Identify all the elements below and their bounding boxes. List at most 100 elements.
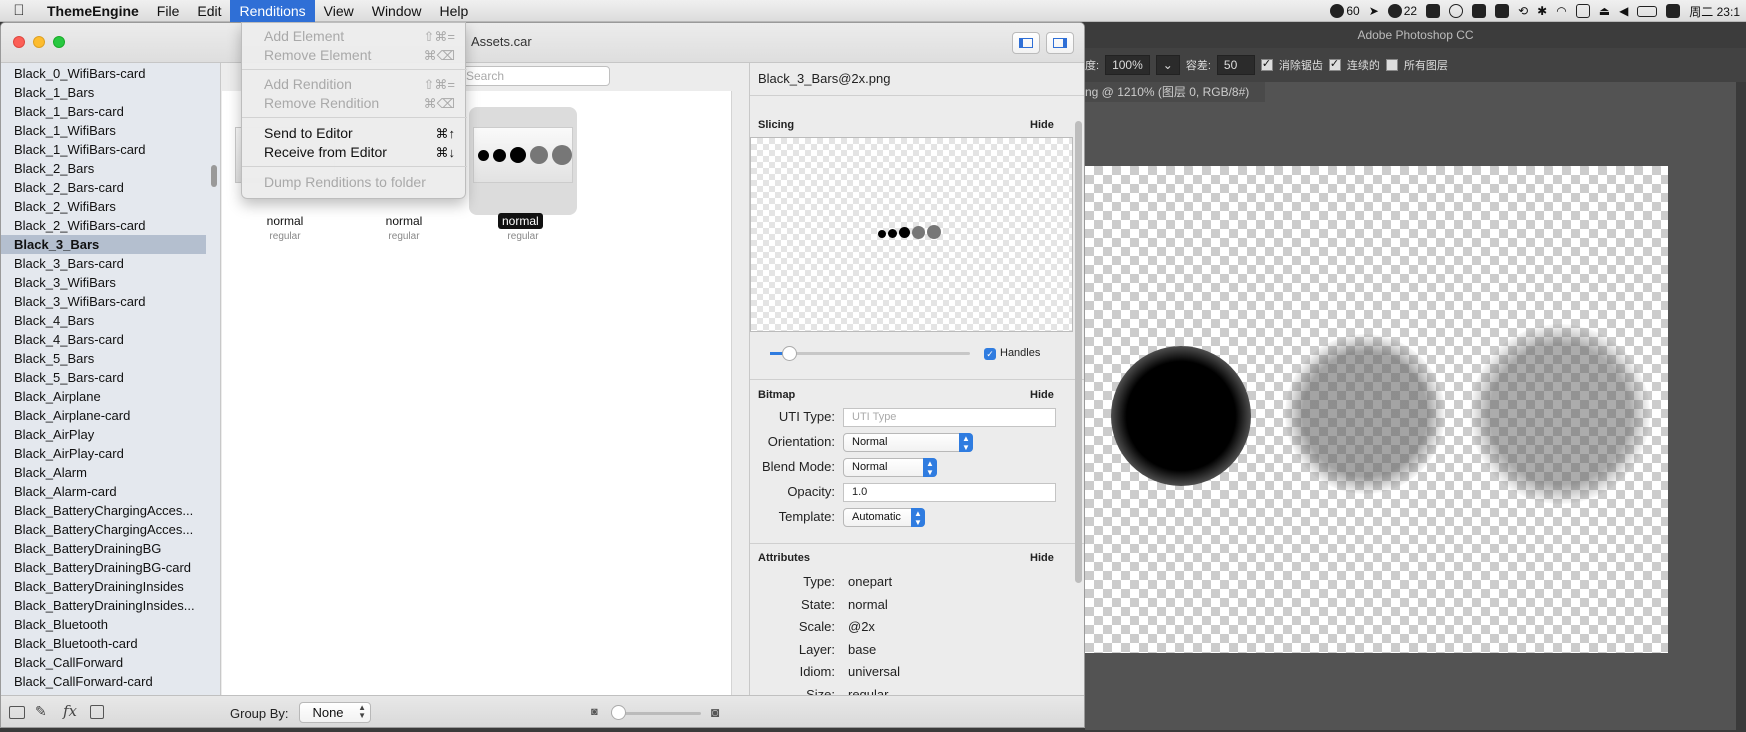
menu-item-add-rendition[interactable]: Add Rendition ⇧⌘=	[242, 75, 467, 94]
sidebar-item[interactable]: Black_Airplane	[1, 387, 206, 406]
airplay-icon[interactable]	[1575, 4, 1590, 18]
app-icon-2[interactable]	[1449, 4, 1464, 18]
sidebar-item[interactable]: Black_4_Bars-card	[1, 330, 206, 349]
contiguous-checkbox[interactable]	[1328, 57, 1341, 71]
input-method-icon[interactable]	[1666, 4, 1681, 18]
image-icon[interactable]	[9, 706, 25, 719]
sidebar-item[interactable]: Black_1_WifiBars-card	[1, 140, 206, 159]
sidebar-item[interactable]: Black_CallForward-card	[1, 672, 206, 691]
group-by-popup[interactable]: None ▲ ▼	[299, 702, 371, 723]
zoom-dropdown-icon[interactable]: ⌄	[1155, 55, 1180, 75]
menu-item-receive-from-editor[interactable]: Receive from Editor ⌘↓	[242, 143, 467, 162]
menu-item-send-to-editor[interactable]: Send to Editor ⌘↑	[242, 124, 467, 143]
template-popup[interactable]: Automatic ▲ ▼	[843, 508, 925, 527]
sidebar-item[interactable]: Black_4_Bars	[1, 311, 206, 330]
zoom-slider-knob[interactable]	[782, 346, 797, 361]
sidebar-item[interactable]: Black_AirPlay-card	[1, 444, 206, 463]
sidebar-item[interactable]: Black_CallForward	[1, 653, 206, 672]
menu-item-remove-rendition[interactable]: Remove Rendition ⌘⌫	[242, 94, 467, 113]
eyedropper-icon[interactable]: ✎	[35, 703, 47, 720]
menu-file[interactable]: File	[148, 0, 189, 22]
sidebar-item[interactable]: Black_5_Bars	[1, 349, 206, 368]
sidebar-item[interactable]: Black_3_WifiBars-card	[1, 292, 206, 311]
clock[interactable]: 周二 23:1	[1689, 3, 1740, 20]
rendition-item-3-selected[interactable]	[469, 107, 577, 215]
sidebar-item[interactable]: Black_Airplane-card	[1, 406, 206, 425]
bluetooth-icon[interactable]: ✱	[1537, 4, 1547, 18]
menu-window[interactable]: Window	[363, 0, 431, 22]
apple-menu-icon[interactable]: 	[0, 0, 38, 22]
orientation-popup[interactable]: Normal ▲ ▼	[843, 433, 973, 452]
sidebar-item[interactable]: Black_AirPlay	[1, 425, 206, 444]
grid-app-icon[interactable]	[1472, 4, 1487, 18]
zoom-field[interactable]: 100%	[1105, 55, 1150, 75]
search-input[interactable]: Search	[460, 66, 610, 86]
menu-help[interactable]: Help	[431, 0, 478, 22]
sidebar-item[interactable]: Black_1_Bars	[1, 83, 206, 102]
sidebar-item[interactable]: Black_BatteryDrainingBG-card	[1, 558, 206, 577]
time-machine-icon[interactable]: ⟲	[1518, 4, 1528, 18]
attributes-hide-button[interactable]: Hide	[1030, 552, 1054, 564]
eject-icon[interactable]: ⏏	[1599, 4, 1610, 18]
battery-icon[interactable]	[1637, 5, 1658, 17]
wechat-icon[interactable]	[1495, 4, 1510, 18]
slicing-preview[interactable]	[750, 137, 1073, 332]
opacity-field[interactable]: 1.0	[843, 483, 1056, 502]
sidebar-item[interactable]: Black_BatteryDrainingBG	[1, 539, 206, 558]
tolerance-field[interactable]: 50	[1216, 55, 1255, 75]
sidebar-item[interactable]: Black_BatteryDrainingInsides	[1, 577, 206, 596]
thumbnail-size-knob[interactable]	[611, 705, 626, 720]
sidebar-item[interactable]: Black_BatteryChargingAcces...	[1, 501, 206, 520]
element-list[interactable]: Black_0_WifiBars-card Black_1_Bars Black_1…	[1, 63, 221, 721]
handles-checkbox[interactable]: ✓	[984, 348, 996, 360]
sidebar-item[interactable]: Black_BatteryChargingAcces...	[1, 520, 206, 539]
photoshop-canvas[interactable]	[1085, 166, 1668, 653]
fx-icon[interactable]: fx	[63, 702, 77, 720]
app-icon-1[interactable]	[1426, 4, 1441, 18]
antialias-checkbox[interactable]	[1260, 57, 1273, 71]
toggle-right-panel-button[interactable]	[1046, 32, 1074, 54]
sidebar-item[interactable]: Black_Bluetooth-card	[1, 634, 206, 653]
sidebar-item[interactable]: Black_1_WifiBars	[1, 121, 206, 140]
sidebar-item[interactable]: Black_2_Bars-card	[1, 178, 206, 197]
sidebar-item[interactable]: Black_0_WifiBars-card	[1, 64, 206, 83]
sidebar-item[interactable]: Black_2_WifiBars-card	[1, 216, 206, 235]
photoshop-document-tab[interactable]: ng @ 1210% (图层 0, RGB/8#)	[1085, 82, 1265, 102]
sidebar-item[interactable]: Black_Alarm	[1, 463, 206, 482]
sidebar-item[interactable]: Black_2_Bars	[1, 159, 206, 178]
status-item-send[interactable]: ➤	[1369, 4, 1379, 18]
status-item-cat[interactable]: 60	[1330, 4, 1360, 18]
menu-edit[interactable]: Edit	[188, 0, 230, 22]
zoom-button[interactable]	[53, 36, 65, 48]
wifi-icon[interactable]: ◠	[1556, 4, 1566, 18]
sidebar-item[interactable]: Black_2_WifiBars	[1, 197, 206, 216]
close-button[interactable]	[13, 36, 25, 48]
menu-item-dump-renditions[interactable]: Dump Renditions to folder	[242, 173, 467, 192]
menu-item-remove-element[interactable]: Remove Element ⌘⌫	[242, 46, 467, 65]
sidebar-scrollbar[interactable]	[211, 165, 217, 187]
bitmap-hide-button[interactable]: Hide	[1030, 389, 1054, 401]
slicing-hide-button[interactable]: Hide	[1030, 119, 1054, 131]
archive-icon[interactable]	[90, 705, 104, 719]
blend-mode-popup[interactable]: Normal ▲ ▼	[843, 458, 937, 477]
volume-icon[interactable]: ◀	[1619, 4, 1628, 18]
sidebar-item[interactable]: Black_3_Bars	[1, 235, 206, 254]
menu-item-add-element[interactable]: Add Element ⇧⌘=	[242, 27, 467, 46]
sidebar-item[interactable]: Black_3_WifiBars	[1, 273, 206, 292]
sidebar-item[interactable]: Black_5_Bars-card	[1, 368, 206, 387]
toggle-left-panel-button[interactable]	[1012, 32, 1040, 54]
uti-type-field[interactable]: UTI Type	[843, 408, 1056, 427]
sidebar-item[interactable]: Black_BatteryDrainingInsides...	[1, 596, 206, 615]
sidebar-item[interactable]: Black_Bluetooth	[1, 615, 206, 634]
sidebar-item[interactable]: Black_1_Bars-card	[1, 102, 206, 121]
status-item-bell[interactable]: 22	[1387, 4, 1417, 18]
sidebar-item[interactable]: Black_Alarm-card	[1, 482, 206, 501]
all-layers-checkbox[interactable]	[1385, 59, 1398, 71]
menu-renditions[interactable]: Renditions	[230, 0, 315, 22]
app-menu[interactable]: ThemeEngine	[38, 0, 148, 22]
inspector-scrollbar[interactable]	[1075, 121, 1082, 583]
zoom-slider-track[interactable]	[770, 352, 970, 355]
menu-view[interactable]: View	[315, 0, 363, 22]
minimize-button[interactable]	[33, 36, 45, 48]
sidebar-item[interactable]: Black_3_Bars-card	[1, 254, 206, 273]
